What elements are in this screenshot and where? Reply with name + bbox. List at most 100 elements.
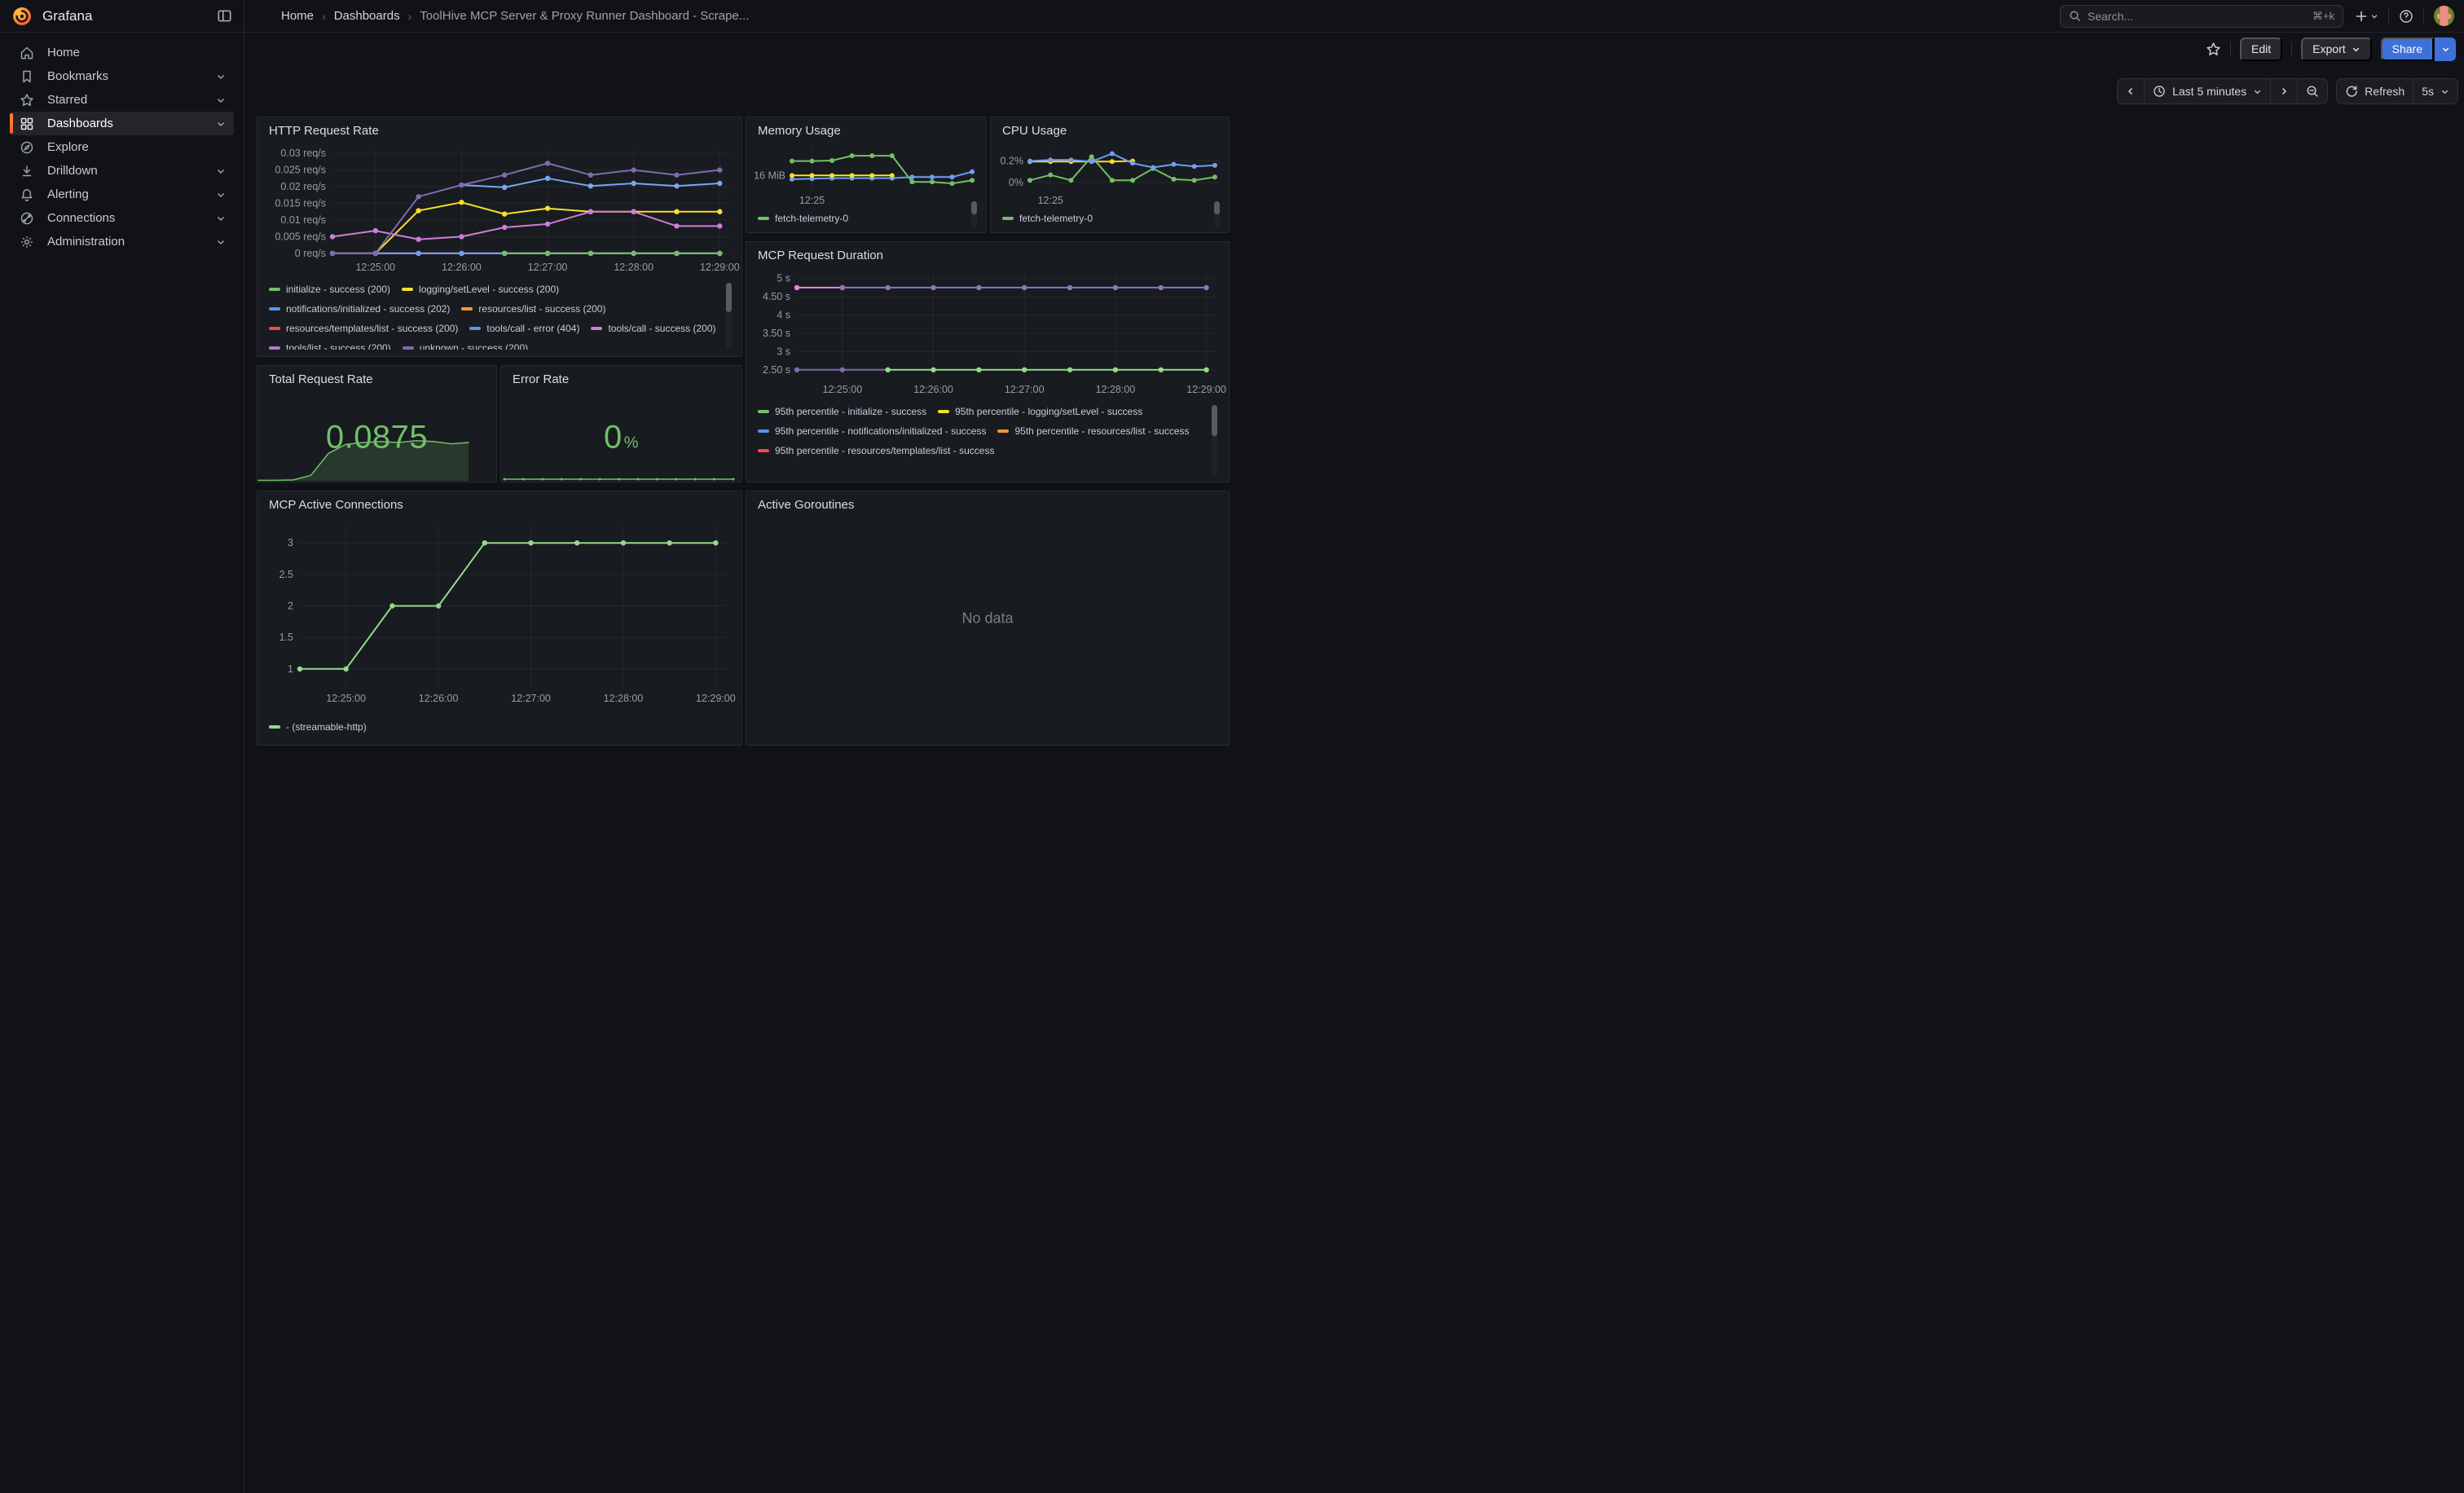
error-rate-unit: % (624, 434, 639, 452)
search-input[interactable]: Search... ⌘+k (2060, 5, 2343, 28)
chevron-down-icon[interactable] (216, 190, 226, 200)
breadcrumb-dashboards[interactable]: Dashboards (334, 9, 400, 23)
drilldown-icon (20, 164, 34, 178)
legend-scrollbar[interactable] (1212, 405, 1217, 475)
svg-text:0.2%: 0.2% (1001, 156, 1024, 167)
legend-item[interactable]: logging/setLevel - success (200) (402, 283, 559, 295)
chevron-down-icon[interactable] (216, 95, 226, 105)
panel-title[interactable]: Memory Usage (746, 117, 986, 139)
svg-text:16 MiB: 16 MiB (754, 170, 785, 181)
connections-legend: - (streamable-http) (269, 720, 730, 735)
home-icon (20, 46, 34, 60)
svg-text:12:25: 12:25 (1038, 195, 1063, 206)
divider (2291, 42, 2292, 56)
breadcrumb-separator: › (322, 10, 326, 23)
http-request-rate-chart[interactable]: 12:25:0012:26:0012:27:0012:28:0012:29:00… (264, 142, 735, 276)
mcp-request-duration-chart[interactable]: 12:25:0012:26:0012:27:0012:28:0012:29:00… (753, 266, 1222, 399)
legend-item[interactable]: fetch-telemetry-0 (1002, 212, 1093, 224)
memory-usage-chart[interactable]: 12:2516 MiB (751, 139, 981, 208)
sidebar-item-bookmarks[interactable]: Bookmarks (10, 64, 234, 88)
share-menu-chevron[interactable] (2435, 37, 2456, 61)
sidebar-item-label: Drilldown (47, 164, 216, 178)
sidebar-item-drilldown[interactable]: Drilldown (10, 159, 234, 183)
svg-text:2.50 s: 2.50 s (763, 364, 790, 376)
panel-title[interactable]: MCP Request Duration (746, 242, 1229, 264)
legend-item[interactable]: resources/templates/list - success (200) (269, 322, 458, 334)
svg-text:0.03 req/s: 0.03 req/s (280, 148, 326, 159)
sidebar-item-connections[interactable]: Connections (10, 206, 234, 230)
svg-text:0.025 req/s: 0.025 req/s (275, 165, 326, 176)
compass-icon (20, 140, 34, 155)
sidebar-item-administration[interactable]: Administration (10, 230, 234, 253)
dashboard-toolbar: Edit Export Share (244, 33, 2464, 65)
sidebar-item-home[interactable]: Home (10, 41, 234, 64)
export-button[interactable]: Export (2301, 37, 2371, 61)
svg-text:0.005 req/s: 0.005 req/s (275, 231, 326, 242)
svg-text:2: 2 (288, 601, 293, 612)
legend-item[interactable]: fetch-telemetry-0 (758, 212, 848, 224)
svg-text:12:26:00: 12:26:00 (419, 693, 459, 704)
user-avatar[interactable] (2434, 6, 2454, 26)
legend-item[interactable]: tools/call - error (404) (469, 322, 579, 334)
legend-item[interactable]: 95th percentile - initialize - success (758, 405, 926, 417)
legend-item[interactable]: initialize - success (200) (269, 283, 390, 295)
sidebar-item-starred[interactable]: Starred (10, 88, 234, 112)
cpu-usage-chart[interactable]: 12:250%0.2% (996, 139, 1224, 208)
legend-item[interactable]: - (streamable-http) (269, 720, 367, 733)
legend-item[interactable]: resources/list - success (200) (461, 302, 605, 315)
share-button[interactable]: Share (2381, 37, 2434, 61)
svg-text:12:28:00: 12:28:00 (1096, 384, 1136, 395)
legend-item[interactable]: notifications/initialized - success (202… (269, 302, 450, 315)
panel-title[interactable]: CPU Usage (991, 117, 1229, 139)
panel-title[interactable]: Active Goroutines (746, 491, 1229, 513)
sidebar-item-label: Explore (47, 140, 226, 154)
sidebar-item-dashboards[interactable]: Dashboards (10, 112, 234, 135)
legend-scrollbar[interactable] (971, 201, 977, 227)
legend-item[interactable]: unknown - success (200) (403, 341, 528, 350)
zoom-out-button[interactable] (2297, 79, 2327, 103)
legend-item[interactable]: tools/call - success (200) (591, 322, 715, 334)
legend-scrollbar[interactable] (1214, 201, 1220, 227)
time-shift-forward-button[interactable] (2270, 79, 2297, 103)
dock-menu-icon[interactable] (217, 8, 232, 24)
edit-button[interactable]: Edit (2240, 37, 2282, 61)
grafana-logo-icon[interactable] (11, 6, 33, 27)
panel-title[interactable]: Error Rate (501, 366, 741, 388)
favorite-star-icon[interactable] (2206, 42, 2221, 57)
panel-mcp-request-duration: MCP Request Duration 12:25:0012:26:0012:… (746, 241, 1230, 482)
refresh-interval-picker[interactable]: 5s (2413, 79, 2457, 103)
mcp-active-connections-chart[interactable]: 12:25:0012:26:0012:27:0012:28:0012:29:00… (264, 517, 732, 709)
chevron-down-icon[interactable] (216, 166, 226, 176)
svg-text:12:28:00: 12:28:00 (604, 693, 644, 704)
refresh-button[interactable]: Refresh (2337, 79, 2413, 103)
svg-text:3: 3 (288, 537, 293, 548)
breadcrumb-home[interactable]: Home (281, 9, 314, 23)
legend-item[interactable]: 95th percentile - notifications/initiali… (758, 425, 986, 437)
panel-cpu-usage: CPU Usage 12:250%0.2% fetch-telemetry-0 (990, 117, 1230, 233)
sidebar: Grafana Home Bookmarks (0, 0, 244, 1493)
time-range-picker[interactable]: Last 5 minutes (2144, 79, 2270, 103)
sidebar-item-label: Dashboards (47, 117, 216, 130)
add-button[interactable] (2355, 10, 2378, 23)
sidebar-item-alerting[interactable]: Alerting (10, 183, 234, 206)
legend-item[interactable]: 95th percentile - resources/templates/li… (758, 444, 994, 456)
chevron-down-icon[interactable] (216, 214, 226, 223)
help-icon[interactable] (2399, 9, 2413, 24)
panel-title[interactable]: MCP Active Connections (257, 491, 741, 513)
legend-item[interactable]: 95th percentile - logging/setLevel - suc… (938, 405, 1142, 417)
sidebar-item-explore[interactable]: Explore (10, 135, 234, 159)
refresh-icon (2345, 85, 2358, 98)
error-rate-value: 0% (501, 420, 741, 456)
search-shortcut: ⌘+k (2312, 10, 2334, 23)
legend-item[interactable]: tools/list - success (200) (269, 341, 391, 350)
chevron-down-icon[interactable] (216, 119, 226, 129)
time-shift-back-button[interactable] (2118, 79, 2144, 103)
panel-title[interactable]: HTTP Request Rate (257, 117, 741, 139)
refresh-group: Refresh 5s (2336, 78, 2458, 104)
brand-title: Grafana (42, 8, 217, 24)
legend-item[interactable]: 95th percentile - resources/list - succe… (997, 425, 1189, 437)
panel-title[interactable]: Total Request Rate (257, 366, 496, 388)
chevron-down-icon[interactable] (216, 237, 226, 247)
chevron-down-icon[interactable] (216, 72, 226, 81)
legend-scrollbar[interactable] (726, 283, 732, 350)
